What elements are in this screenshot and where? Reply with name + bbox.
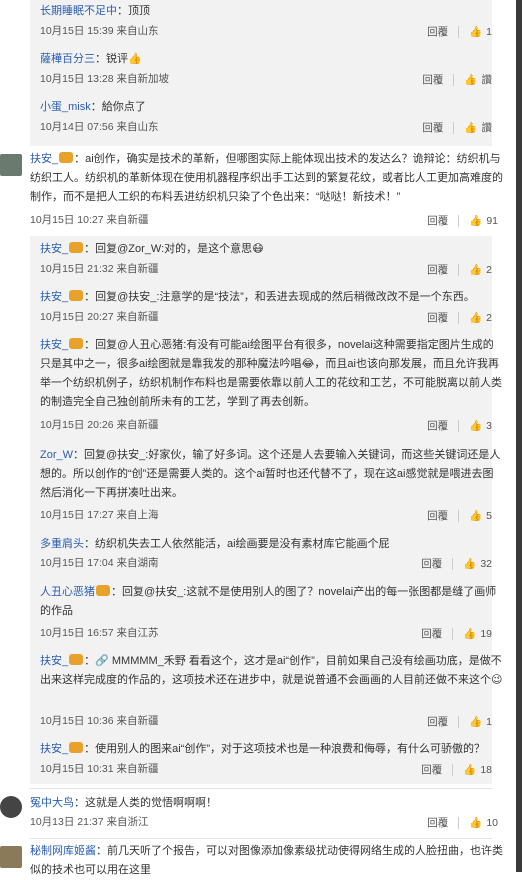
avatar[interactable]: [0, 796, 22, 818]
comment-text: 长期睡眠不足中：顶顶: [40, 5, 150, 17]
reply-button[interactable]: 回覆: [427, 310, 448, 325]
comment-text: 人丑心恶猪 ：回复@扶安_:这就不是使用别人的图了？novelai产出的每一张图都…: [40, 585, 497, 617]
username-link[interactable]: 扶安_: [40, 743, 68, 755]
member-badge-icon: [69, 242, 84, 253]
like-button[interactable]: 👍 18: [463, 763, 492, 777]
reply-button[interactable]: 回覆: [422, 72, 443, 87]
thumbs-up-icon: 👍: [463, 558, 477, 570]
comment-actions: 回覆 👍 10: [427, 813, 498, 832]
reply-button[interactable]: 回覆: [427, 262, 448, 277]
like-button[interactable]: 👍 2: [469, 263, 492, 277]
username-link[interactable]: 扶安_: [40, 339, 68, 351]
like-button[interactable]: 👍 1: [469, 715, 492, 729]
reply-button[interactable]: 回覆: [421, 556, 442, 571]
member-badge-icon: [96, 585, 110, 596]
member-badge-icon: [69, 654, 84, 665]
thumbs-up-icon: 👍: [469, 817, 483, 829]
thumbs-up-icon: 👍: [469, 716, 483, 728]
like-button[interactable]: 👍 3: [469, 419, 492, 433]
thumbs-up-icon: 👍: [463, 764, 477, 776]
comment-text: 扶安_ ：回复@扶安_:注意学的是“技法”，和丢进去现成的然后稍微改改不是一个东西…: [40, 290, 475, 303]
username-link[interactable]: 薩樺百分三: [40, 53, 95, 65]
username-link[interactable]: 人丑心恶猪: [40, 586, 95, 598]
reply-button[interactable]: 回覆: [427, 24, 448, 39]
comment-actions: 回覆 👍 18: [421, 760, 492, 779]
reply-button[interactable]: 回覆: [427, 418, 448, 433]
comment-actions: 回覆 👍 5: [427, 506, 492, 525]
comment-actions: 回覆 👍 1: [427, 22, 492, 41]
reply-button[interactable]: 回覆: [427, 213, 448, 228]
thumbs-up-icon: 👍: [469, 420, 483, 432]
username-link[interactable]: Zor_W: [40, 449, 73, 461]
comment-text: 扶安_ ：使用别人的图来ai“创作”，对于这项技术也是一种浪费和侮辱，有什么可骄傲…: [40, 742, 486, 755]
like-button[interactable]: 👍 讚: [464, 120, 492, 135]
comment-actions: 回覆 👍 2: [427, 260, 492, 279]
reply-button[interactable]: 回覆: [427, 815, 448, 830]
member-badge-icon: [59, 152, 74, 163]
username-link[interactable]: 扶安_: [40, 655, 68, 667]
thumbs-up-icon: 👍: [464, 122, 478, 134]
comment-text: Zor_W：回复@扶安_:好家伙，输了好多词。这个还是人去要输入关键词，而这些关…: [40, 449, 501, 499]
like-button[interactable]: 👍 2: [469, 311, 492, 325]
avatar[interactable]: [0, 154, 22, 176]
divider: [30, 838, 492, 839]
reply-button[interactable]: 回覆: [427, 714, 448, 729]
comment-actions: 回覆 👍 19: [421, 624, 492, 643]
comment-text: 扶安_ ：🔗 MMMMM_禾野 看看这个，这才是ai“创作”，目前如果自己没有绘画…: [40, 654, 503, 686]
username-link[interactable]: 冤中大鸟: [30, 797, 74, 809]
comment-actions: 回覆 👍 讚: [422, 70, 492, 89]
username-link[interactable]: 长期睡眠不足中: [40, 5, 117, 17]
comment-text: 扶安_ ：回复@人丑心恶猪:有没有可能ai绘图平台有很多，novelai这种需要指…: [40, 338, 502, 408]
comment-text: 扶安_ ：回复@Zor_W:对的，是这个意思😷: [40, 242, 264, 255]
comment-actions: 回覆 👍 3: [427, 416, 492, 435]
avatar[interactable]: [0, 846, 22, 868]
like-button[interactable]: 👍 32: [463, 557, 492, 571]
thumbs-up-icon: 👍: [469, 264, 483, 276]
thumbs-up-icon: 👍: [469, 215, 483, 227]
username-link[interactable]: 扶安_: [40, 243, 68, 255]
comment-text: 扶安_ ：ai创作，确实是技术的革新，但哪图实际上能体现出技术的发达么？诡辩论：纺…: [30, 152, 503, 203]
reply-button[interactable]: 回覆: [421, 762, 442, 777]
like-button[interactable]: 👍 10: [469, 816, 498, 830]
member-badge-icon: [69, 338, 84, 349]
comment-text: 多重肩头：纺织机失去工人依然能活，ai绘画要是没有素材库它能画个屁: [40, 538, 390, 550]
comment-text: 薩樺百分三：锐评👍: [40, 53, 142, 65]
thumbs-up-icon: 👍: [464, 74, 478, 86]
reply-button[interactable]: 回覆: [421, 626, 442, 641]
thumbs-up-icon: 👍: [463, 628, 477, 640]
divider: [30, 788, 492, 789]
like-button[interactable]: 👍 91: [469, 214, 498, 228]
comment-text: 冤中大鸟：这就是人类的觉悟啊啊啊！: [30, 797, 217, 809]
comment-text: 秘制网库姬酱：前几天听了个报告，可以对图像添加像素级扰动使得网络生成的人脸扭曲，…: [30, 845, 503, 876]
member-badge-icon: [69, 742, 84, 753]
like-button[interactable]: 👍 1: [469, 25, 492, 39]
username-link[interactable]: 扶安_: [30, 153, 58, 165]
comment-actions: 回覆 👍 91: [427, 211, 498, 230]
thumbs-up-icon: 👍: [469, 26, 483, 38]
comment-actions: 回覆 👍 32: [421, 554, 492, 573]
username-link[interactable]: 扶安_: [40, 291, 68, 303]
reply-button[interactable]: 回覆: [427, 508, 448, 523]
like-button[interactable]: 👍 5: [469, 509, 492, 523]
reply-button[interactable]: 回覆: [422, 120, 443, 135]
thumbs-up-icon: 👍: [469, 312, 483, 324]
username-link[interactable]: 秘制网库姬酱: [30, 845, 96, 857]
member-badge-icon: [69, 290, 84, 301]
right-edge-strip: [516, 0, 522, 872]
thumbs-up-icon: 👍: [469, 510, 483, 522]
comment-actions: 回覆 👍 1: [427, 712, 492, 731]
like-button[interactable]: 👍 讚: [464, 72, 492, 87]
username-link[interactable]: 小蛋_misk: [40, 101, 91, 113]
comment-text: 小蛋_misk：給你点了: [40, 101, 146, 113]
like-button[interactable]: 👍 19: [463, 627, 492, 641]
username-link[interactable]: 多重肩头: [40, 538, 84, 550]
comment-actions: 回覆 👍 讚: [422, 118, 492, 137]
comment-actions: 回覆 👍 2: [427, 308, 492, 327]
